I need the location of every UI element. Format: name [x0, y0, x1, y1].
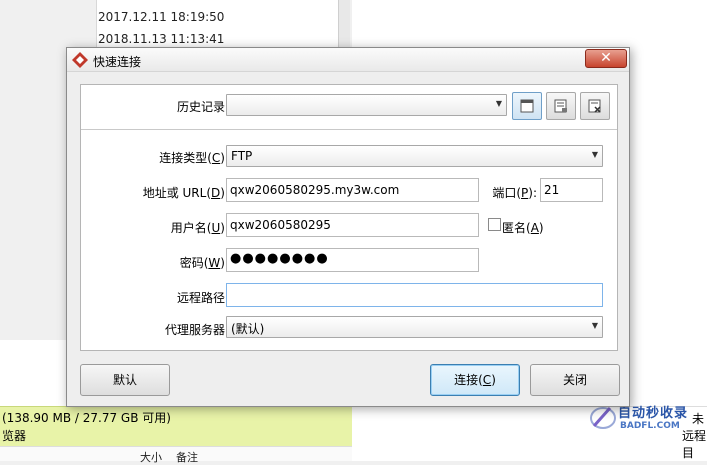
history-save-button[interactable]: [546, 92, 576, 120]
chevron-down-icon: ▼: [591, 150, 598, 159]
local-status-bar: (138.90 MB / 27.77 GB 可用) 览器: [0, 406, 352, 446]
close-icon[interactable]: ✕: [585, 49, 627, 68]
column-note[interactable]: 备注: [176, 449, 198, 465]
user-label: 用户名(U):: [170, 221, 229, 235]
history-select[interactable]: ▼: [226, 94, 507, 116]
username-input[interactable]: [226, 213, 479, 237]
remote-status-text: 未: [692, 412, 705, 426]
history-delete-button[interactable]: [580, 92, 610, 120]
conn-type-label: 连接类型(C):: [159, 151, 229, 165]
connection-form: 历史记录: ▼ 连接类型(C): FTP ▼ 地址或 URL(D): 端口(P)…: [80, 84, 618, 351]
connect-button[interactable]: 连接(C): [430, 364, 520, 396]
anonymous-label: 匿名(A): [502, 221, 544, 235]
app-logo-icon: [72, 52, 88, 68]
quick-connect-dialog: 快速连接 ✕ 历史记录: ▼ 连接类型(C): FTP ▼ 地址或 URL(D)…: [66, 47, 630, 407]
proxy-label: 代理服务器:: [164, 323, 229, 337]
password-input[interactable]: ●●●●●●●●: [226, 248, 479, 272]
disk-space-text: (138.90 MB / 27.77 GB 可用): [2, 411, 171, 425]
dialog-titlebar[interactable]: 快速连接 ✕: [67, 48, 629, 72]
default-button[interactable]: 默认: [80, 364, 170, 396]
browser-text: 览器: [2, 429, 27, 443]
chevron-down-icon: ▼: [591, 321, 598, 330]
url-label: 地址或 URL(D):: [142, 186, 229, 200]
history-label: 历史记录:: [176, 100, 229, 114]
conn-type-select[interactable]: FTP ▼: [226, 145, 603, 167]
list-item: 2017.12.11 18:19:50: [98, 10, 225, 24]
remote-path-input[interactable]: [226, 283, 603, 307]
background-scrollbar[interactable]: [338, 0, 350, 48]
dialog-title: 快速连接: [93, 55, 142, 69]
close-button[interactable]: 关闭: [530, 364, 620, 396]
history-view-button[interactable]: [512, 92, 542, 120]
form-divider: [81, 129, 617, 130]
delete-list-icon: [588, 99, 601, 113]
watermark-en: BADFL.COM: [620, 421, 680, 431]
proxy-value: (默认): [231, 322, 265, 336]
url-input[interactable]: [226, 178, 479, 202]
column-size[interactable]: 大小: [140, 449, 162, 465]
port-input[interactable]: [540, 178, 603, 202]
password-label: 密码(W):: [179, 256, 229, 270]
chevron-down-icon: ▼: [495, 99, 502, 108]
proxy-select[interactable]: (默认) ▼: [226, 316, 603, 338]
window-icon: [520, 99, 534, 113]
list-item: 2018.11.13 11:13:41: [98, 32, 225, 46]
port-label: 端口(P):: [492, 186, 537, 200]
conn-type-value: FTP: [231, 149, 253, 163]
remote-path-label: 远程路径:: [176, 291, 229, 305]
anonymous-checkbox[interactable]: [488, 218, 501, 231]
save-list-icon: [554, 99, 567, 113]
column-header: 大小 备注: [0, 446, 352, 464]
